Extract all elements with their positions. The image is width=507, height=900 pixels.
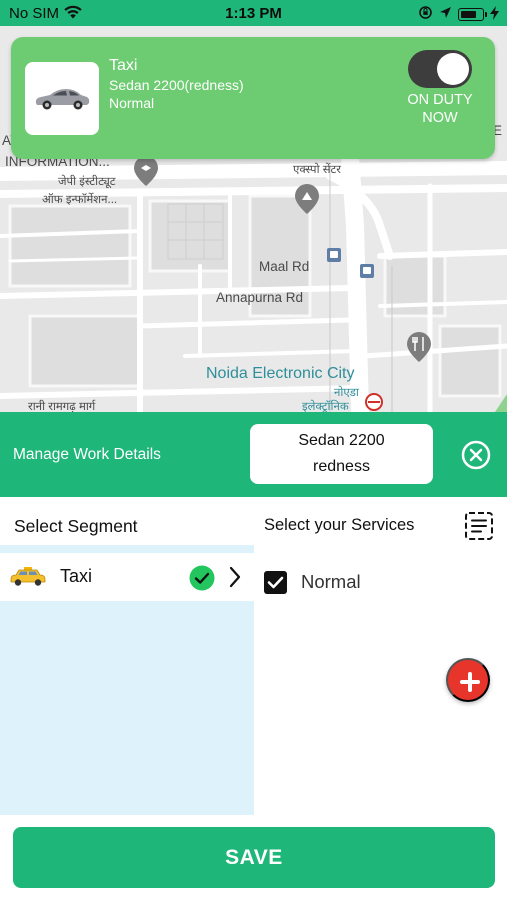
chevron-right-icon[interactable] bbox=[228, 565, 242, 594]
vehicle-image bbox=[25, 62, 99, 135]
manage-work-bar: Manage Work Details Sedan 2200 redness bbox=[0, 412, 507, 497]
status-bar: No SIM 1:13 PM bbox=[0, 0, 507, 26]
vehicle-title: Taxi bbox=[109, 57, 138, 74]
map-label-hindi-noida-2: इलेक्ट्रॉनिक bbox=[302, 401, 349, 412]
segment-header: Select Segment bbox=[0, 497, 254, 545]
map-label-hindi-noida: नोएडा bbox=[334, 387, 359, 399]
segment-title: Select Segment bbox=[14, 516, 138, 536]
map-label-maal-rd: Maal Rd bbox=[259, 259, 310, 274]
status-icons bbox=[418, 5, 499, 24]
map-label-annapurna-rd: Annapurna Rd bbox=[216, 290, 304, 305]
duty-toggle-knob bbox=[437, 53, 469, 85]
duty-status-line1: ON DUTY bbox=[407, 92, 473, 108]
segment-item-label: Taxi bbox=[60, 566, 93, 586]
orientation-lock-icon bbox=[418, 5, 433, 24]
vehicle-service: Normal bbox=[109, 95, 155, 111]
duty-toggle[interactable] bbox=[408, 50, 472, 88]
service-item-label: Normal bbox=[301, 571, 361, 592]
bus-stop-icon bbox=[327, 248, 341, 262]
selected-vehicle-line2: redness bbox=[313, 458, 370, 475]
map-label-hindi-rani: रानी रामगढ़ मार्ग bbox=[28, 401, 96, 412]
selected-vehicle-box[interactable]: Sedan 2200 redness bbox=[250, 424, 433, 484]
location-arrow-icon bbox=[439, 6, 452, 23]
add-service-button[interactable] bbox=[446, 658, 490, 702]
map-label-hindi-expo: एक्स्पो सेंटर bbox=[293, 164, 342, 176]
map-label-hindi-institute-2: ऑफ इन्फॉर्मेशन... bbox=[42, 194, 118, 206]
battery-icon bbox=[458, 8, 487, 21]
charging-bolt-icon bbox=[490, 5, 499, 24]
metro-icon bbox=[365, 393, 383, 411]
vehicle-model: Sedan 2200(redness) bbox=[109, 77, 244, 93]
sedan-car-icon bbox=[35, 88, 90, 109]
map-label-hindi-institute: जेपी इंस्टीट्यूट bbox=[58, 176, 116, 188]
list-icon[interactable] bbox=[464, 511, 494, 546]
segment-panel: Select Segment Taxi bbox=[0, 497, 254, 815]
manage-work-title: Manage Work Details bbox=[13, 446, 161, 463]
services-title: Select your Services bbox=[264, 516, 415, 534]
close-icon[interactable] bbox=[461, 440, 491, 470]
segment-item-taxi[interactable]: Taxi bbox=[0, 553, 254, 601]
map-label-noida-electronic-city: Noida Electronic City bbox=[206, 365, 355, 382]
check-circle-icon bbox=[189, 565, 215, 596]
vehicle-card: Taxi Sedan 2200(redness) Normal ON DUTY … bbox=[11, 37, 495, 159]
selected-vehicle-line1: Sedan 2200 bbox=[298, 432, 385, 449]
duty-status-line2: NOW bbox=[422, 110, 458, 126]
duty-status-label: ON DUTY NOW bbox=[389, 91, 491, 127]
bus-stop-icon bbox=[360, 264, 374, 278]
taxi-icon bbox=[9, 567, 47, 592]
save-button[interactable]: SAVE bbox=[13, 827, 495, 888]
service-checkbox-normal[interactable] bbox=[264, 571, 287, 594]
